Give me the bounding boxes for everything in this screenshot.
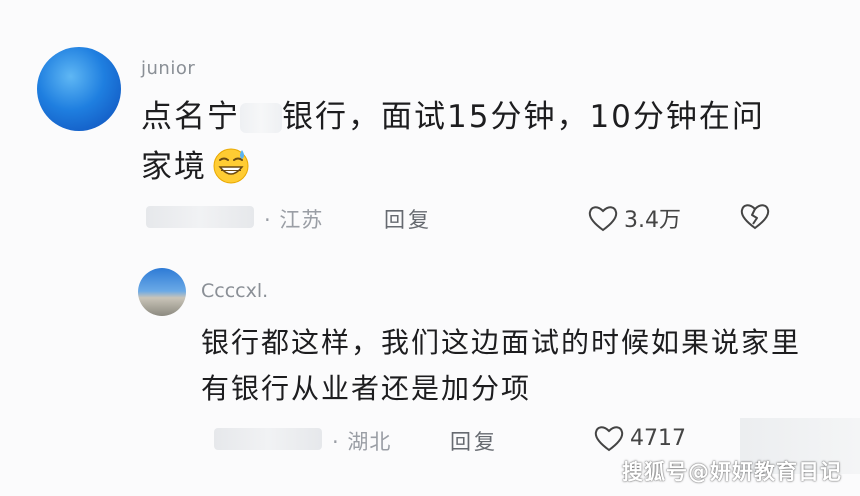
- main-comment-username[interactable]: junior: [141, 58, 195, 79]
- reply-reply-button[interactable]: 回复: [450, 426, 498, 456]
- source-watermark: 搜狐号@妍妍教育日记: [622, 460, 842, 484]
- main-reply-button[interactable]: 回复: [384, 204, 432, 234]
- grinning-sweat-emoji-icon: [211, 145, 251, 185]
- main-comment-text-part1: 点名宁: [141, 99, 240, 135]
- reply-comment-location: · 湖北: [332, 430, 392, 454]
- redacted-time-blur: [146, 206, 254, 228]
- main-like-group[interactable]: 3.4万: [588, 202, 681, 234]
- main-like-count: 3.4万: [624, 208, 681, 233]
- heart-icon[interactable]: [594, 424, 624, 452]
- reply-like-count: 4717: [630, 425, 686, 451]
- main-dislike-button[interactable]: [740, 202, 770, 230]
- reply-like-group[interactable]: 4717: [594, 424, 686, 452]
- heart-icon[interactable]: [588, 204, 618, 232]
- main-comment-text: 点名宁 银行，面试15分钟，10分钟在问家境: [141, 92, 781, 192]
- reply-comment-username[interactable]: Ccccxl.: [201, 280, 268, 302]
- broken-heart-icon[interactable]: [740, 202, 770, 230]
- avatar-main-user[interactable]: [37, 47, 121, 131]
- avatar-reply-user[interactable]: [138, 268, 186, 316]
- comment-thread: junior 点名宁 银行，面试15分钟，10分钟在问家境 · 江苏 回复 3.4…: [0, 0, 860, 496]
- redacted-text-blur: [240, 103, 282, 133]
- reply-comment-text: 银行都这样，我们这边面试的时候如果说家里有银行从业者还是加分项: [201, 326, 802, 405]
- redacted-time-blur: [214, 428, 322, 450]
- main-comment-location: · 江苏: [264, 208, 324, 232]
